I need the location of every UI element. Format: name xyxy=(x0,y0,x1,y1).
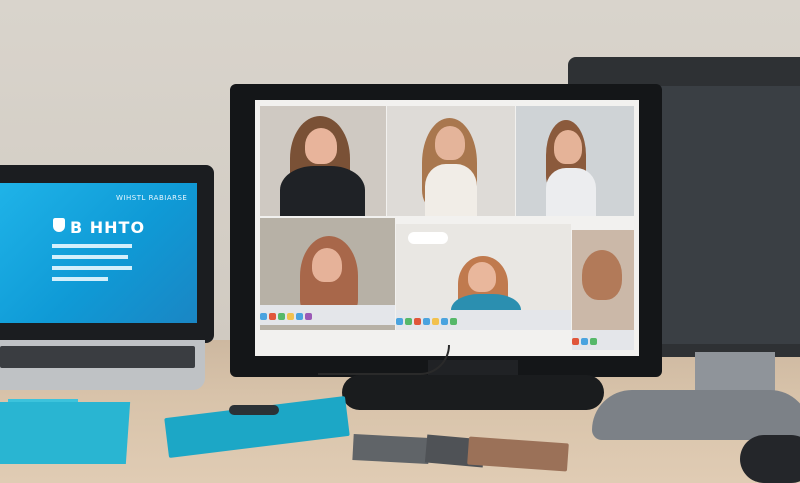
video-tile-3 xyxy=(516,106,634,216)
laptop-text-lines xyxy=(52,244,132,288)
photo-print-1 xyxy=(352,434,430,464)
computer-mouse xyxy=(740,435,800,483)
monitor-cable xyxy=(318,345,450,375)
laptop-brand-text: WIHSTL RABIARSE xyxy=(116,194,188,202)
right-monitor-screen xyxy=(645,86,800,344)
laptop-keyboard xyxy=(0,346,195,368)
card-strip xyxy=(229,405,279,415)
tile-4-toolbar xyxy=(260,305,395,325)
laptop-logo-icon xyxy=(53,218,65,232)
video-tile-6 xyxy=(572,230,634,330)
teal-folder xyxy=(0,402,131,464)
right-monitor-base xyxy=(592,390,800,440)
video-tile-1 xyxy=(260,106,386,216)
video-tile-2 xyxy=(387,106,515,216)
main-monitor-base xyxy=(342,375,604,410)
tile-6-toolbar xyxy=(572,330,634,350)
main-monitor-screen xyxy=(255,100,639,356)
tile-5-toolbar xyxy=(396,310,571,330)
photo-scene: WIHSTL RABIARSE B HHTO xyxy=(0,0,800,483)
laptop-title-text: B HHTO xyxy=(70,218,146,237)
